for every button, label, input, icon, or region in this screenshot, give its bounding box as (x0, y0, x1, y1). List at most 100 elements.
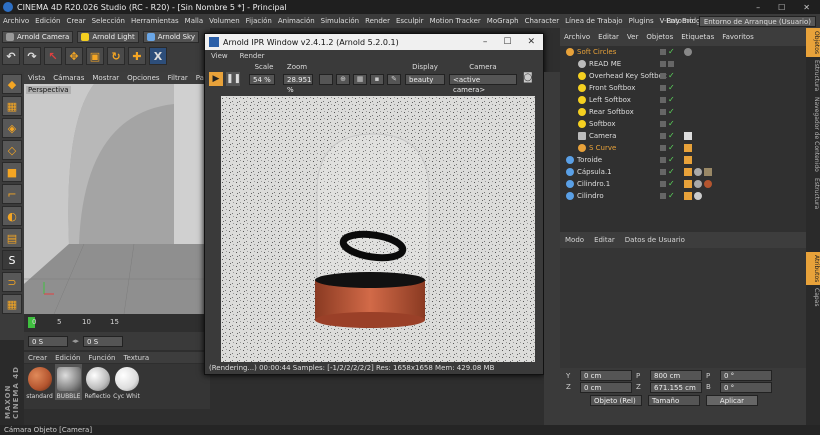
menu-character[interactable]: Character (522, 17, 563, 25)
material-cyc-white[interactable]: Cyc Whit (113, 364, 140, 400)
menu-archivo[interactable]: Archivo (0, 17, 32, 25)
arnold-camera-button[interactable]: Arnold Camera (2, 31, 74, 43)
obj-menu-etiquetas[interactable]: Etiquetas (677, 33, 718, 41)
mouse-icon[interactable]: ◐ (2, 206, 22, 226)
material-tag-icon[interactable] (694, 180, 702, 188)
region-icon[interactable] (319, 74, 333, 85)
arnold-tag-icon[interactable] (684, 144, 692, 152)
close-icon[interactable]: ✕ (803, 3, 810, 12)
step-arrow-icon[interactable]: ◂▸ (72, 337, 79, 345)
mat-menu-edicion[interactable]: Edición (51, 354, 84, 362)
vp-menu-mostrar[interactable]: Mostrar (88, 74, 123, 82)
move-icon[interactable]: ✥ (65, 47, 83, 65)
coord-field[interactable]: 0 cm (580, 370, 632, 381)
ipr-minimize-icon[interactable]: – (483, 37, 488, 47)
tab-estructura-2[interactable]: Estructura (806, 175, 820, 212)
obj-menu-ver[interactable]: Ver (623, 33, 642, 41)
vp-menu-opciones[interactable]: Opciones (123, 74, 163, 82)
menu-simulacion[interactable]: Simulación (318, 17, 362, 25)
material-bubble[interactable]: BUBBLE (55, 364, 82, 400)
undo-icon[interactable]: ↶ (2, 47, 20, 65)
checker-icon[interactable]: ▦ (2, 96, 22, 116)
scale-icon[interactable]: ▣ (86, 47, 104, 65)
cube-edges-icon[interactable]: ◇ (2, 140, 22, 160)
coord-field[interactable]: 0 cm (580, 381, 632, 393)
object-row[interactable]: S Curve ✓ (560, 142, 806, 154)
attr-menu-datos-usuario[interactable]: Datos de Usuario (620, 236, 690, 244)
scale-field[interactable]: 54 % (249, 74, 275, 85)
minimize-icon[interactable]: – (756, 3, 760, 12)
menu-crear[interactable]: Crear (64, 17, 89, 25)
check-icon[interactable]: ✓ (668, 192, 675, 200)
material-tag-icon[interactable] (684, 48, 692, 56)
object-row[interactable]: READ ME (560, 58, 806, 70)
object-row[interactable]: Cilindro.1 ✓ (560, 178, 806, 190)
crop-icon[interactable]: ▪ (370, 74, 384, 85)
start-frame-field[interactable]: 0 S (28, 335, 68, 347)
attr-menu-editar[interactable]: Editar (589, 236, 620, 244)
object-row[interactable]: Cápsula.1 ✓ (560, 166, 806, 178)
object-row[interactable]: Overhead Key Softbox ✓ (560, 70, 806, 82)
coord-mode-dropdown[interactable]: Objeto (Rel) (590, 394, 642, 406)
menu-fijacion[interactable]: Fijación (243, 17, 275, 25)
ipr-close-icon[interactable]: ✕ (527, 37, 535, 47)
menu-linea-trabajo[interactable]: Línea de Trabajo (562, 17, 625, 25)
arnold-tag-icon[interactable] (684, 192, 692, 200)
check-icon[interactable]: ✓ (668, 180, 675, 188)
check-icon[interactable]: ✓ (668, 48, 675, 56)
coord-field[interactable]: 671.155 cm (650, 381, 702, 393)
coord-size-dropdown[interactable]: Tamaño (648, 394, 700, 406)
tab-capas[interactable]: Capas (806, 285, 820, 309)
check-icon[interactable]: ✓ (668, 72, 675, 80)
check-icon[interactable]: ✓ (668, 96, 675, 104)
menu-plugins[interactable]: Plugins (626, 17, 657, 25)
entorno-dropdown[interactable]: Entorno de Arranque (Usuario) (698, 15, 816, 27)
coord-field[interactable]: 800 cm (650, 370, 702, 381)
vp-menu-camaras[interactable]: Cámaras (49, 74, 88, 82)
snap-icon[interactable]: S (2, 250, 22, 270)
ipr-maximize-icon[interactable]: ☐ (503, 37, 511, 47)
menu-motion-tracker[interactable]: Motion Tracker (427, 17, 484, 25)
object-row[interactable]: Cilindro ✓ (560, 190, 806, 202)
object-row[interactable]: Left Softbox ✓ (560, 94, 806, 106)
globe-icon[interactable]: ⊕ (336, 74, 350, 85)
cube-polygons-icon[interactable]: ■ (2, 162, 22, 182)
object-row[interactable]: Front Softbox ✓ (560, 82, 806, 94)
object-row[interactable]: Camera ✓ (560, 130, 806, 142)
select-arrow-icon[interactable]: ↖ (44, 47, 62, 65)
apply-button[interactable]: Aplicar (706, 394, 758, 406)
menu-seleccion[interactable]: Selección (89, 17, 128, 25)
timeline[interactable]: 0 5 10 15 (24, 314, 210, 332)
arnold-light-button[interactable]: Arnold Light (77, 31, 139, 43)
object-row[interactable]: Soft Circles ✓ (560, 46, 806, 58)
eyedropper-icon[interactable]: ✎ (387, 74, 401, 85)
maximize-icon[interactable]: ☐ (778, 3, 785, 12)
display-dropdown[interactable]: beauty (405, 74, 445, 85)
axis-x-icon[interactable]: X (149, 47, 167, 65)
menu-herramientas[interactable]: Herramientas (128, 17, 182, 25)
check-icon[interactable]: ✓ (668, 108, 675, 116)
tab-objetos[interactable]: Objetos (806, 28, 820, 58)
menu-malla[interactable]: Malla (182, 17, 207, 25)
rotate-icon[interactable]: ↻ (107, 47, 125, 65)
check-icon[interactable]: ✓ (668, 168, 675, 176)
check-icon[interactable]: ✓ (668, 120, 675, 128)
tab-atributos[interactable]: Atributos (806, 252, 820, 286)
play-icon[interactable]: ▶ (209, 72, 223, 86)
coord-field[interactable]: 0 ° (720, 370, 772, 381)
arnold-tag-icon[interactable] (684, 156, 692, 164)
menu-edicion[interactable]: Edición (32, 17, 63, 25)
ipr-menu-view[interactable]: View (205, 52, 234, 60)
cube-points-icon[interactable]: ◈ (2, 118, 22, 138)
edit-mode-icon[interactable]: ◆ (2, 74, 22, 94)
obj-menu-objetos[interactable]: Objetos (642, 33, 677, 41)
arnold-tag-icon[interactable] (684, 168, 692, 176)
current-frame-field[interactable]: 0 S (83, 335, 124, 347)
add-object-icon[interactable]: ✚ (128, 47, 146, 65)
menu-animacion[interactable]: Animación (275, 17, 318, 25)
obj-menu-editar[interactable]: Editar (594, 33, 623, 41)
arnold-tag-icon[interactable] (684, 180, 692, 188)
check-icon[interactable]: ✓ (668, 84, 675, 92)
menu-esculpir[interactable]: Esculpir (393, 17, 427, 25)
mat-menu-funcion[interactable]: Función (84, 354, 119, 362)
